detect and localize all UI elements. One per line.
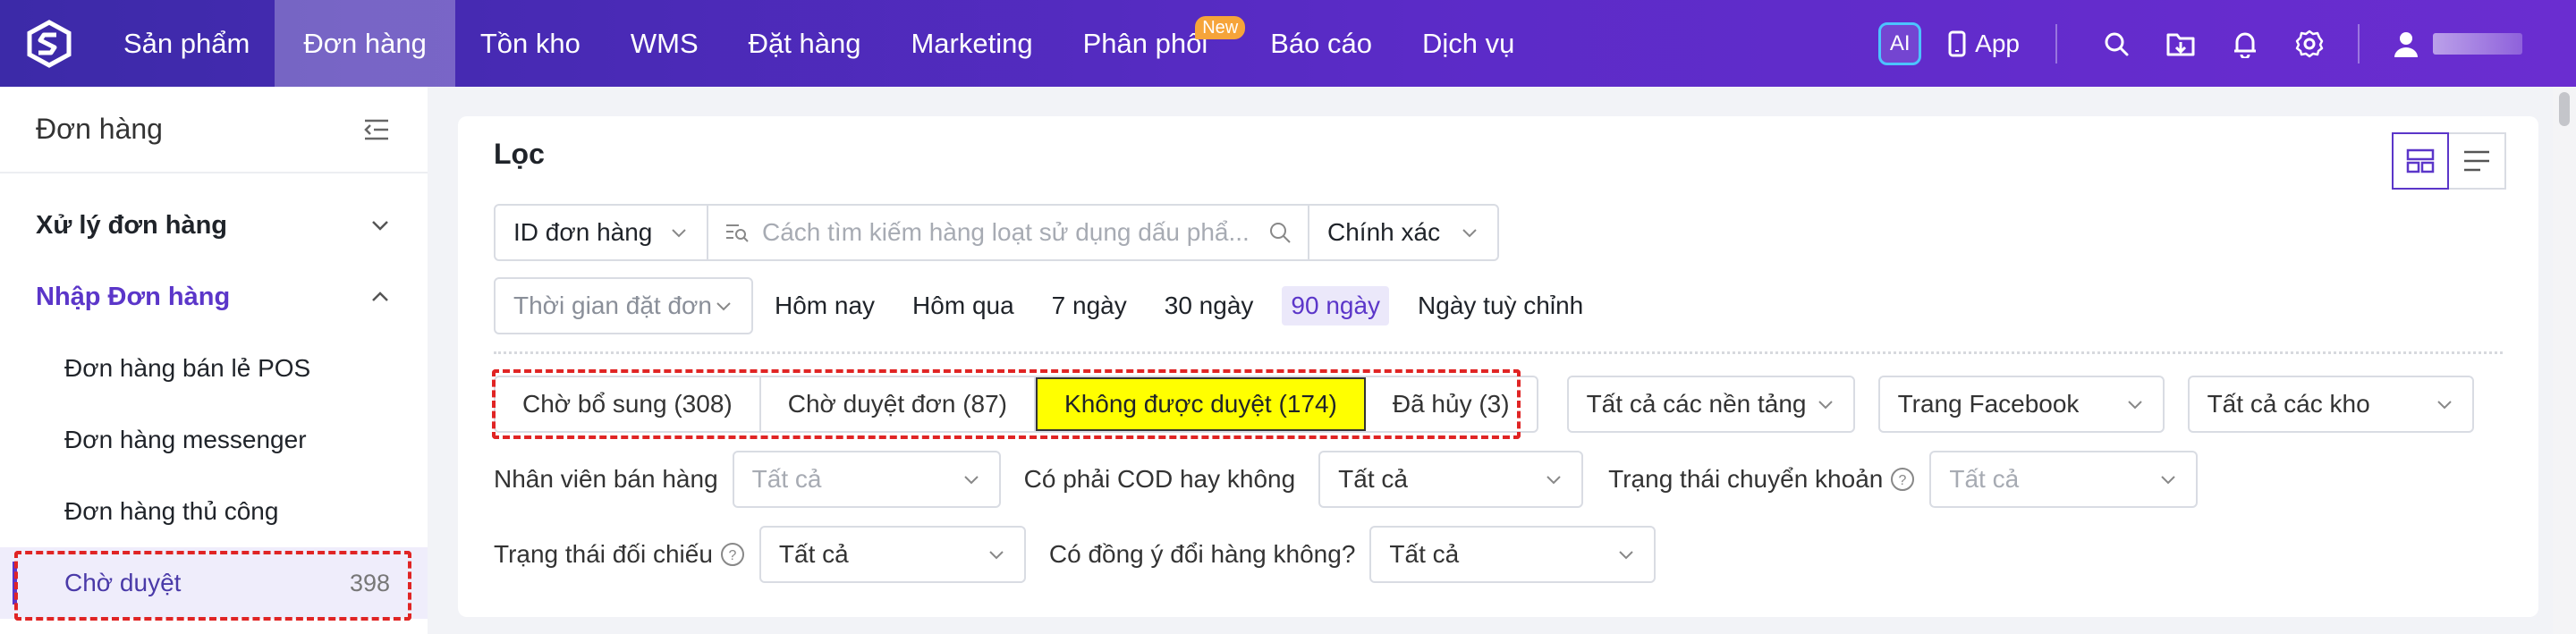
chevron-down-icon — [1546, 476, 1561, 485]
dotted-divider — [494, 351, 2503, 354]
pending-count: 398 — [349, 569, 390, 596]
batch-search-icon — [726, 224, 749, 242]
approval-status-tabs: Chờ bổ sung (308) Chờ duyệt đơn (87) Khô… — [494, 376, 1538, 433]
transfer-status-select[interactable]: Tất cả — [1929, 451, 2199, 508]
time-option-yesterday[interactable]: Hôm qua — [903, 286, 1023, 325]
tab-cho-duyet-don[interactable]: Chờ duyệt đơn (87) — [761, 377, 1037, 431]
sales-staff-label: Nhân viên bán hàng — [494, 465, 718, 493]
nav-item-marketing[interactable]: Marketing — [886, 0, 1057, 87]
svg-text:?: ? — [1899, 473, 1907, 488]
new-badge: New — [1195, 16, 1246, 39]
chevron-down-icon — [2127, 401, 2142, 410]
help-icon[interactable]: ? — [720, 542, 745, 567]
user-name-blurred — [2433, 32, 2522, 55]
nav-item-phan-phoi[interactable]: Phân phối New — [1058, 0, 1246, 87]
time-option-90-days[interactable]: 90 ngày — [1282, 286, 1390, 325]
chevron-down-icon — [716, 302, 731, 311]
card-view-button[interactable] — [2392, 132, 2449, 190]
gear-icon[interactable] — [2277, 17, 2342, 71]
cod-label: Có phải COD hay không — [1023, 465, 1296, 493]
sidebar-title: Đơn hàng — [36, 113, 163, 145]
chevron-down-icon — [1619, 551, 1634, 560]
sidebar-item-manual-orders[interactable]: Đơn hàng thủ công — [0, 476, 428, 547]
facebook-page-select[interactable]: Trang Facebook — [1877, 376, 2165, 433]
filter-title: Lọc — [494, 138, 545, 170]
folder-download-icon[interactable] — [2148, 17, 2213, 71]
sidebar-item-pos-orders[interactable]: Đơn hàng bán lẻ POS — [0, 333, 428, 404]
exchange-label: Có đồng ý đổi hàng không? — [1048, 540, 1356, 568]
chevron-down-icon — [372, 221, 388, 231]
nav-item-bao-cao[interactable]: Báo cáo — [1245, 0, 1397, 87]
nav-right-tools: AI App — [1878, 0, 2522, 87]
time-option-custom[interactable]: Ngày tuỳ chỉnh — [1409, 286, 1592, 325]
chevron-down-icon — [2161, 476, 2176, 485]
nav-item-don-hang[interactable]: Đơn hàng — [275, 0, 455, 87]
time-option-7-days[interactable]: 7 ngày — [1043, 286, 1136, 325]
nav-item-dich-vu[interactable]: Dịch vụ — [1397, 0, 1539, 87]
filter-card: Lọc ID đơn hàng Chính xác Thời gian đặt … — [458, 116, 2538, 617]
nav-divider — [2055, 23, 2057, 63]
nav-item-ton-kho[interactable]: Tồn kho — [455, 0, 606, 87]
tab-da-huy[interactable]: Đã hủy (3) — [1366, 377, 1537, 431]
match-mode-select[interactable]: Chính xác — [1309, 206, 1497, 259]
sidebar-item-messenger-orders[interactable]: Đơn hàng messenger — [0, 404, 428, 476]
grid-view-icon — [2406, 148, 2435, 173]
app-link[interactable]: App — [1948, 30, 2020, 58]
platform-select[interactable]: Tất cả các nền tảng — [1566, 376, 1855, 433]
chevron-down-icon — [989, 551, 1004, 560]
user-menu[interactable] — [2392, 30, 2522, 58]
sidebar-group-nhap-don-hang[interactable]: Nhập Đơn hàng — [0, 261, 428, 333]
view-toggle — [2392, 132, 2506, 190]
chevron-down-icon — [1462, 229, 1477, 238]
user-avatar-icon — [2394, 31, 2418, 57]
exchange-select[interactable]: Tất cả — [1369, 526, 1657, 583]
status-filter-row: Chờ bổ sung (308) Chờ duyệt đơn (87) Khô… — [485, 376, 2474, 433]
search-icon[interactable] — [2084, 17, 2148, 71]
reconcile-exchange-row: Trạng thái đối chiếu ? Tất cả Có đồng ý … — [494, 526, 1657, 583]
reconcile-status-label: Trạng thái đối chiếu ? — [494, 540, 745, 569]
nav-divider-2 — [2358, 23, 2360, 63]
chevron-down-icon — [1818, 401, 1833, 410]
tab-khong-duoc-duyet[interactable]: Không được duyệt (174) — [1036, 377, 1366, 431]
search-icon[interactable] — [1268, 221, 1292, 244]
search-field-select[interactable]: ID đơn hàng — [496, 206, 707, 259]
time-option-30-days[interactable]: 30 ngày — [1156, 286, 1263, 325]
sidebar-group-xu-ly-don-hang[interactable]: Xử lý đơn hàng — [0, 190, 428, 261]
nav-item-san-pham[interactable]: Sản phẩm — [98, 0, 275, 87]
list-view-button[interactable] — [2449, 132, 2506, 190]
nav-item-wms[interactable]: WMS — [606, 0, 724, 87]
tab-cho-bo-sung[interactable]: Chờ bổ sung (308) — [496, 377, 761, 431]
time-option-today[interactable]: Hôm nay — [766, 286, 884, 325]
bell-icon[interactable] — [2213, 17, 2277, 71]
collapse-sidebar-icon[interactable] — [363, 118, 390, 141]
page-scrollbar[interactable] — [2553, 87, 2576, 634]
chevron-down-icon — [672, 229, 686, 238]
help-icon[interactable]: ? — [1890, 467, 1915, 492]
phone-icon — [1948, 30, 1966, 56]
chevron-up-icon — [372, 292, 388, 301]
chevron-down-icon — [963, 476, 979, 485]
chevron-down-icon — [2436, 401, 2452, 410]
top-navigation: Sản phẩm Đơn hàng Tồn kho WMS Đặt hàng M… — [0, 0, 2576, 87]
sidebar-header: Đơn hàng — [0, 87, 428, 173]
time-filter-row: Thời gian đặt đơn Hôm nay Hôm qua 7 ngày… — [494, 277, 1592, 334]
search-input[interactable] — [762, 218, 1256, 247]
cod-select[interactable]: Tất cả — [1318, 451, 1584, 508]
transfer-status-label: Trạng thái chuyển khoản ? — [1608, 465, 1915, 494]
logo-icon[interactable] — [0, 0, 98, 87]
order-time-select[interactable]: Thời gian đặt đơn — [494, 277, 753, 334]
sales-staff-select[interactable]: Tất cả — [732, 451, 1001, 508]
reconcile-status-select[interactable]: Tất cả — [758, 526, 1026, 583]
search-input-wrapper — [708, 206, 1308, 259]
staff-cod-transfer-row: Nhân viên bán hàng Tất cả Có phải COD ha… — [494, 451, 2199, 508]
ai-button[interactable]: AI — [1878, 21, 1922, 65]
svg-text:?: ? — [728, 548, 736, 563]
order-search-group: ID đơn hàng Chính xác — [494, 204, 1499, 261]
warehouse-select[interactable]: Tất cả các kho — [2187, 376, 2474, 433]
nav-item-dat-hang[interactable]: Đặt hàng — [724, 0, 886, 87]
sidebar-item-pending-approval[interactable]: Chờ duyệt 398 — [0, 547, 428, 619]
list-view-icon — [2464, 150, 2489, 172]
sidebar: Đơn hàng Xử lý đơn hàng Nhập Đơn hàng Đơ… — [0, 87, 428, 634]
scrollbar-thumb[interactable] — [2559, 92, 2570, 126]
